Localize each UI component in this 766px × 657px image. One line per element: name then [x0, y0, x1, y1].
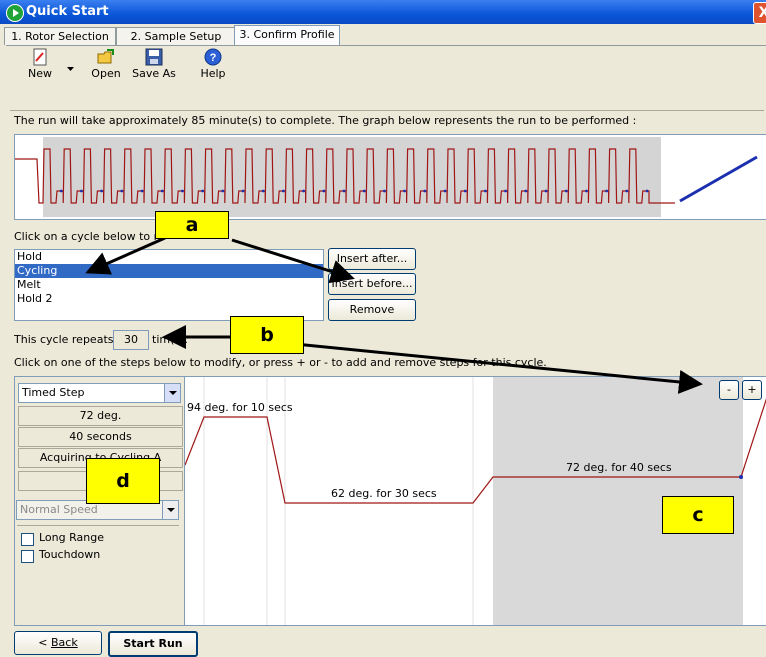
repeat-prefix: This cycle repeats — [14, 333, 114, 346]
touchdown-label: Touchdown — [39, 548, 101, 561]
acquisition-dot — [524, 189, 528, 193]
new-label: New — [28, 67, 52, 80]
touchdown-checkbox[interactable] — [21, 550, 34, 563]
acquisition-dot — [564, 189, 568, 193]
acquisition-dot — [625, 189, 629, 193]
help-button[interactable]: ? Help — [198, 48, 228, 80]
acquisition-dot — [463, 189, 467, 193]
acquisition-dot — [181, 189, 184, 193]
chevron-down-icon[interactable] — [164, 384, 180, 402]
window-title: Quick Start — [26, 4, 109, 19]
acquisition-dot — [282, 189, 285, 193]
profile-trace — [15, 137, 758, 217]
acquisition-dot — [120, 189, 124, 193]
temperature-button[interactable]: 72 deg. — [18, 406, 183, 426]
callout-a: a — [155, 211, 229, 239]
acquisition-dot — [585, 189, 588, 193]
toolbar-divider — [10, 110, 764, 111]
open-button[interactable]: Open — [88, 48, 124, 80]
speed-value: Normal Speed — [20, 503, 98, 516]
acquisition-dot — [544, 189, 548, 193]
open-folder-icon — [97, 48, 115, 66]
acquisition-dot — [403, 189, 406, 193]
tab-confirm-profile[interactable]: 3. Confirm Profile — [234, 25, 340, 46]
insert-before-button[interactable]: Insert before... — [328, 273, 416, 295]
insert-after-button[interactable]: Insert after... — [328, 248, 416, 270]
acquisition-dot — [383, 189, 386, 193]
step-type-select[interactable]: Timed Step — [18, 383, 181, 403]
list-item[interactable]: Hold 2 — [15, 292, 323, 306]
acquisition-dot — [261, 189, 265, 193]
callout-b: b — [230, 316, 304, 354]
remove-step-button[interactable]: - — [719, 380, 739, 400]
run-profile-graph[interactable] — [14, 134, 766, 220]
repeat-suffix: tim(s). — [152, 333, 188, 346]
save-as-button[interactable]: Save As — [131, 48, 177, 80]
save-disk-icon — [145, 48, 163, 66]
chevron-down-icon — [162, 501, 178, 519]
panel-divider — [17, 525, 179, 526]
list-item[interactable]: Melt — [15, 278, 323, 292]
start-run-label: Start Run — [123, 637, 183, 650]
run-info-text: The run will take approximately 85 minut… — [14, 114, 637, 127]
step-type-value: Timed Step — [22, 386, 85, 399]
acquisition-dot — [140, 189, 144, 193]
svg-text:?: ? — [210, 52, 217, 64]
acquisition-dot — [302, 189, 305, 193]
quick-start-icon — [6, 4, 24, 22]
new-dropdown-icon[interactable] — [67, 62, 74, 75]
help-icon: ? — [204, 48, 222, 66]
title-bar: Quick Start X — [0, 0, 766, 24]
acquisition-dot — [645, 189, 649, 193]
steps-prompt: Click on one of the steps below to modif… — [14, 356, 547, 369]
acquisition-dot — [221, 189, 225, 193]
acquisition-dot — [443, 189, 447, 193]
add-step-button[interactable]: + — [742, 380, 762, 400]
new-button[interactable]: New — [22, 48, 58, 80]
acquisition-dot — [484, 189, 487, 193]
cycle-prompt: Click on a cycle below to m — [14, 230, 165, 243]
back-label: Back — [51, 636, 78, 649]
acquisition-dot — [201, 189, 205, 193]
new-document-icon — [31, 48, 49, 66]
long-range-checkbox[interactable] — [21, 533, 34, 546]
acquisition-dot — [504, 189, 507, 193]
close-button[interactable]: X — [753, 2, 766, 24]
callout-c: c — [662, 496, 734, 534]
duration-button[interactable]: 40 seconds — [18, 427, 183, 447]
acquisition-dot — [605, 189, 608, 193]
save-as-label: Save As — [132, 67, 176, 80]
list-item[interactable]: Cycling — [15, 264, 323, 278]
acquisition-dot — [160, 189, 164, 193]
long-range-label: Long Range — [39, 531, 104, 544]
tab-rotor-selection[interactable]: 1. Rotor Selection — [4, 27, 116, 45]
acquisition-dot — [241, 189, 245, 193]
back-button[interactable]: < Back — [14, 631, 102, 655]
acquisition-dot — [59, 189, 63, 193]
repeat-count-field[interactable]: 30 — [113, 330, 149, 350]
tab-sample-setup[interactable]: 2. Sample Setup — [116, 27, 236, 45]
acquisition-dot — [362, 189, 366, 193]
cycle-list[interactable]: Hold Cycling Melt Hold 2 — [14, 249, 324, 321]
acquisition-dot — [423, 189, 427, 193]
remove-button[interactable]: Remove — [328, 299, 416, 321]
open-label: Open — [91, 67, 121, 80]
acquisition-dot — [322, 189, 326, 193]
acquisition-dot — [100, 189, 103, 193]
step-label[interactable]: 94 deg. for 10 secs — [187, 401, 293, 414]
help-label: Help — [200, 67, 226, 80]
callout-d: d — [86, 458, 160, 504]
step-label[interactable]: 72 deg. for 40 secs — [566, 461, 672, 474]
step-label[interactable]: 62 deg. for 30 secs — [331, 487, 437, 500]
list-item[interactable]: Hold — [15, 250, 323, 264]
acquisition-dot — [80, 189, 83, 193]
start-run-button[interactable]: Start Run — [108, 631, 198, 657]
acquisition-dot — [342, 189, 346, 193]
